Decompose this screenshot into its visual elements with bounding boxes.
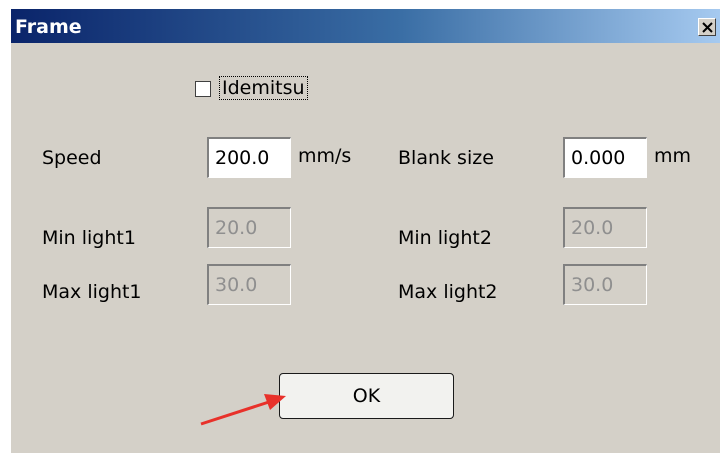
red-arrow-annotation-icon bbox=[200, 394, 286, 426]
